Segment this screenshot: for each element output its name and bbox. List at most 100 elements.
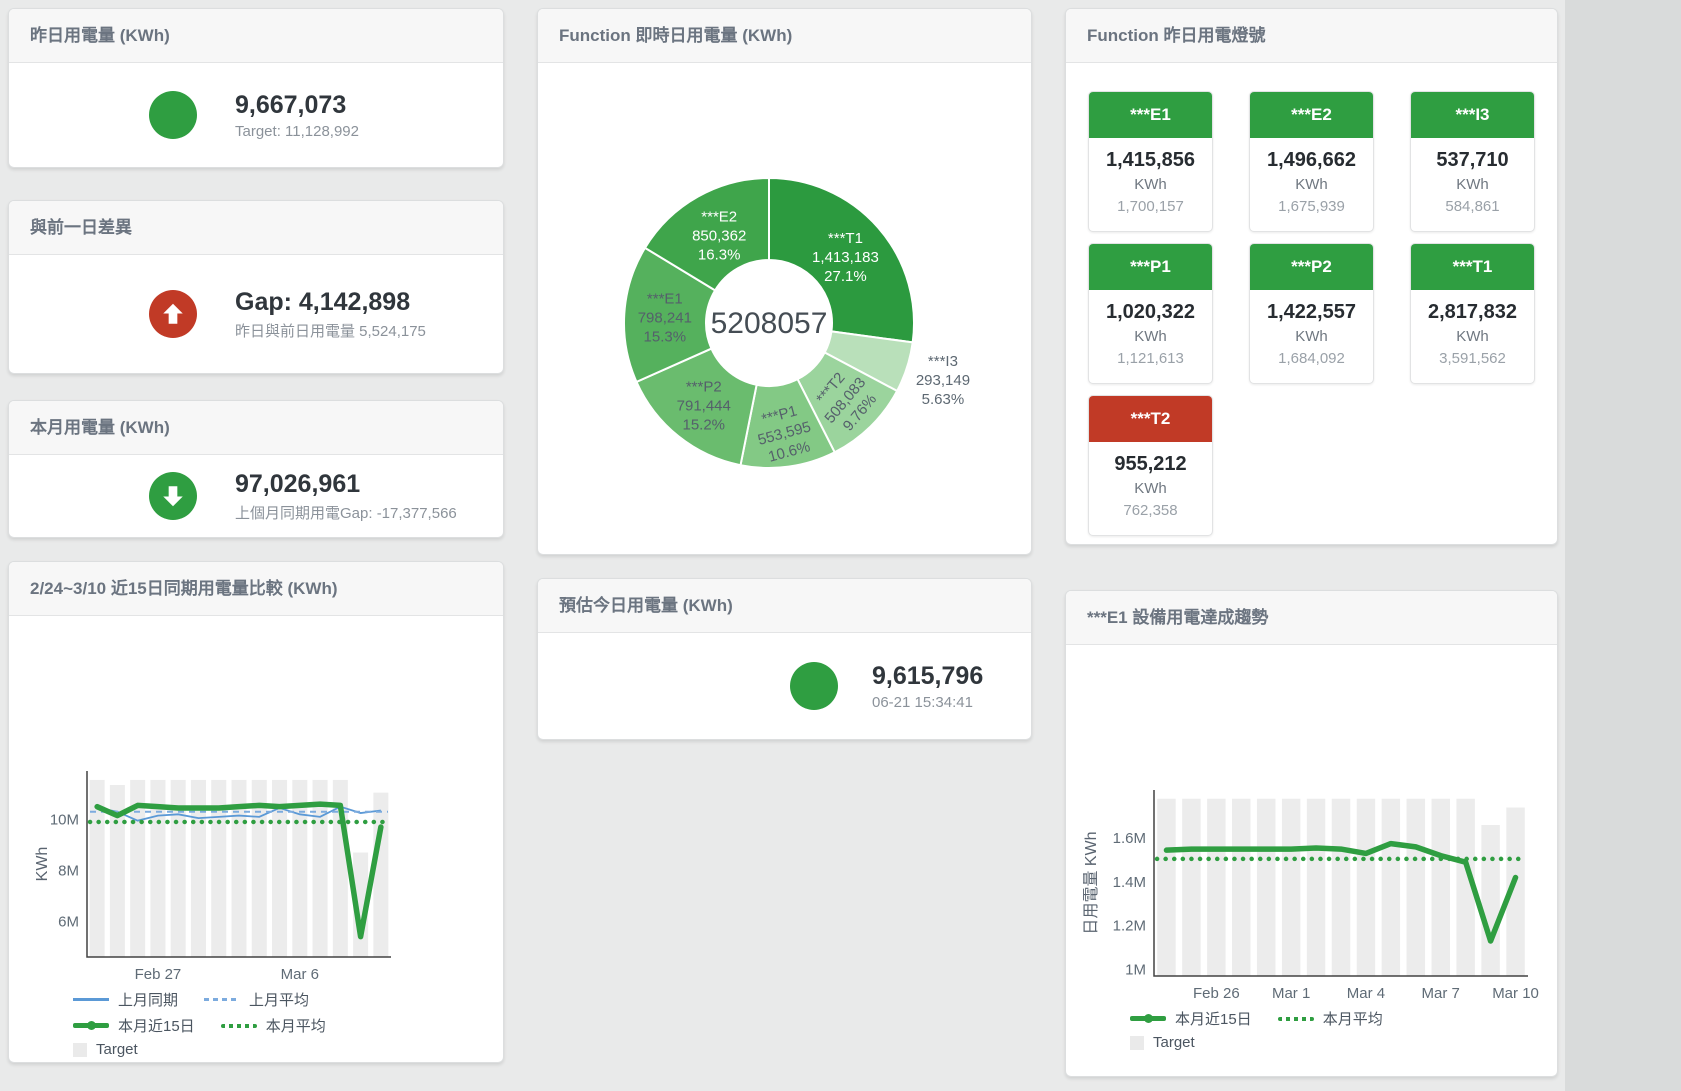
target-bar [1182,799,1200,976]
x-tick-label: Mar 6 [281,966,319,983]
tile-body: 955,212KWh762,358 [1089,442,1212,535]
tile-target: 1,700,157 [1091,196,1210,218]
tile-unit: KWh [1091,325,1210,348]
day-gap-subtitle: 昨日與前日用電量 5,524,175 [235,320,426,341]
legend-item-Target[interactable]: Target [73,1041,138,1058]
x-tick-label: Mar 1 [1272,985,1310,1002]
compare-chart-legend: 上月同期 上月平均本月近15日 本月平均 Target [73,989,503,1058]
tile-target: 584,861 [1413,196,1532,218]
card-title: 昨日用電量 (KWh) [9,9,503,63]
legend-target-box-sample [1130,1036,1144,1050]
light-tile-T1: ***T12,817,832KWh3,591,562 [1410,243,1535,384]
target-bar [1332,799,1350,976]
y-tick-label: 6M [58,913,79,930]
tile-unit: KWh [1252,325,1371,348]
tile-unit: KWh [1413,173,1532,196]
target-bar [1157,799,1175,976]
green-down-arrow-icon [149,472,197,520]
card-title: 本月用電量 (KWh) [9,401,503,455]
card-day-gap: 與前一日差異 Gap: 4,142,898 昨日與前日用電量 5,524,175 [8,200,504,374]
legend-dashed-line-sample [1278,1017,1314,1021]
legend-item-本月近15日[interactable]: 本月近15日 [73,1015,195,1036]
tile-body: 1,422,557KWh1,684,092 [1250,290,1373,383]
legend-dashed-line-sample [221,1024,257,1028]
target-bar [1282,799,1300,976]
tile-body: 1,415,856KWh1,700,157 [1089,138,1212,231]
red-up-arrow-icon [149,290,197,338]
legend-line-sample [73,998,109,1001]
card-usage-lights: Function 昨日用電燈號 ***E11,415,856KWh1,700,1… [1065,8,1558,545]
y-axis-title: KWh [34,847,51,882]
compare-line-chart[interactable]: 6M8M10MKWhFeb 27Mar 6 [23,757,483,985]
card-yesterday-usage: 昨日用電量 (KWh) 9,667,073 Target: 11,128,992 [8,8,504,168]
tile-header: ***P1 [1089,244,1212,290]
tile-target: 1,121,613 [1091,348,1210,370]
target-bar [1382,799,1400,976]
tile-target: 762,358 [1091,500,1210,522]
x-tick-label: Feb 27 [135,966,182,983]
target-bar [1307,799,1325,976]
tile-header: ***T2 [1089,396,1212,442]
x-tick-label: Mar 10 [1492,985,1539,1002]
light-tiles-grid: ***E11,415,856KWh1,700,157***E21,496,662… [1066,63,1557,536]
card-title: 預估今日用電量 (KWh) [538,579,1031,633]
month-usage-gap: 上個月同期用電Gap: -17,377,566 [235,502,457,523]
legend-item-上月平均[interactable]: 上月平均 [204,989,309,1010]
target-bar [1357,799,1375,976]
stat-body: 9,615,796 06-21 15:34:41 [538,633,1031,739]
light-tile-E1: ***E11,415,856KWh1,700,157 [1088,91,1213,232]
green-status-circle-icon [149,91,197,139]
legend-item-本月平均[interactable]: 本月平均 [221,1015,326,1036]
tile-unit: KWh [1091,477,1210,500]
tile-value: 1,020,322 [1091,299,1210,325]
tile-header: ***E1 [1089,92,1212,138]
legend-row: 本月近15日 本月平均 [73,1015,503,1036]
card-title: 2/24~3/10 近15日同期用電量比較 (KWh) [9,562,503,616]
legend-label: 本月近15日 [118,1015,195,1036]
legend-dashed-line-sample [204,998,240,1001]
target-bar [1407,799,1425,976]
page-right-margin [1565,0,1681,1091]
tile-header: ***T1 [1411,244,1534,290]
legend-row: Target [1130,1034,1557,1051]
tile-header: ***E2 [1250,92,1373,138]
legend-label: 本月近15日 [1175,1008,1252,1029]
x-tick-label: Mar 7 [1422,985,1460,1002]
light-tile-P1: ***P1 1,020,322KWh1,121,613 [1088,243,1213,384]
y-tick-label: 1.2M [1113,918,1146,935]
legend-label: Target [96,1041,138,1058]
y-tick-label: 8M [58,862,79,879]
month-usage-value: 97,026,961 [235,469,457,499]
legend-item-上月同期[interactable]: 上月同期 [73,989,178,1010]
legend-item-本月平均[interactable]: 本月平均 [1278,1008,1383,1029]
target-bar [373,793,388,957]
stat-body: Gap: 4,142,898 昨日與前日用電量 5,524,175 [9,255,503,373]
legend-label: 上月同期 [118,989,178,1010]
realtime-usage-donut-chart[interactable]: ***T11,413,18327.1%***I3293,1495.63%***T… [538,63,1031,547]
light-tile-E2: ***E21,496,662KWh1,675,939 [1249,91,1374,232]
tile-unit: KWh [1252,173,1371,196]
x-tick-label: Feb 26 [1193,985,1240,1002]
day-gap-value: Gap: 4,142,898 [235,287,426,317]
tile-header: ***P2 [1250,244,1373,290]
legend-item-本月近15日[interactable]: 本月近15日 [1130,1008,1252,1029]
y-tick-label: 1.4M [1113,874,1146,891]
tile-value: 955,212 [1091,451,1210,477]
tile-unit: KWh [1413,325,1532,348]
legend-row: Target [73,1041,503,1058]
e1-trend-line-chart[interactable]: 1M1.2M1.4M1.6M日用電量 KWhFeb 26Mar 1Mar 4Ma… [1076,776,1546,1004]
tile-target: 1,684,092 [1252,348,1371,370]
stat-body: 9,667,073 Target: 11,128,992 [9,63,503,167]
tile-body: 1,496,662KWh1,675,939 [1250,138,1373,231]
legend-target-box-sample [73,1043,87,1057]
yesterday-usage-target: Target: 11,128,992 [235,123,359,140]
estimate-value: 9,615,796 [872,661,983,691]
tile-value: 1,496,662 [1252,147,1371,173]
legend-item-Target[interactable]: Target [1130,1034,1195,1051]
y-tick-label: 1M [1125,961,1146,978]
target-bar [1232,799,1250,976]
x-tick-label: Mar 4 [1347,985,1385,1002]
e1-trend-chart-legend: 本月近15日 本月平均 Target [1130,1008,1557,1051]
tile-target: 3,591,562 [1413,348,1532,370]
donut-slice-label: ***I3293,1495.63% [916,353,970,408]
